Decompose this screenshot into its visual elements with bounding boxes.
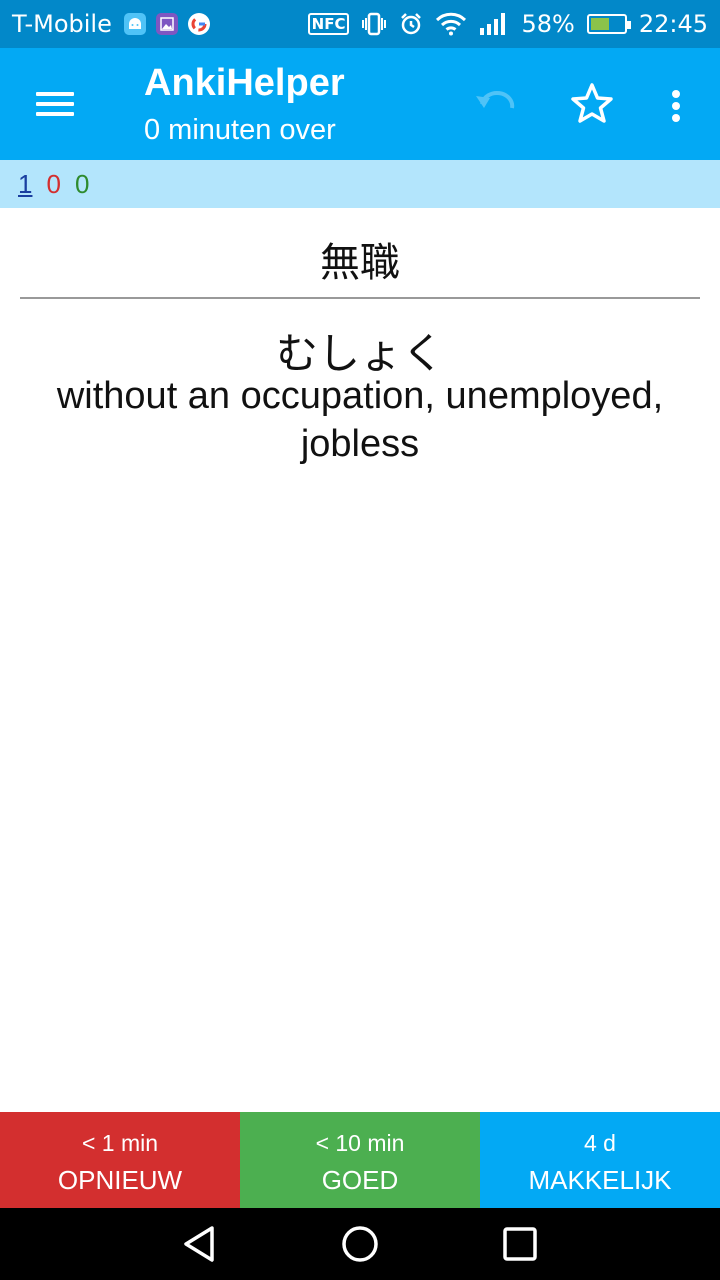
easy-label: MAKKELIJK (528, 1165, 672, 1195)
app-subtitle: 0 minuten over (144, 114, 336, 146)
card-meaning: without an occupation, unemployed, joble… (56, 375, 664, 465)
good-interval: < 10 min (315, 1130, 405, 1156)
card-view[interactable]: 無職 むしょく without an occupation, unemploye… (0, 208, 720, 1112)
more-vert-icon[interactable] (660, 82, 692, 130)
nfc-icon: NFC (307, 13, 350, 35)
answer-buttons: < 1 min OPNIEUW < 10 min GOED 4 d MAKKEL… (0, 1112, 720, 1208)
vibrate-icon (361, 12, 387, 36)
clock: 22:45 (638, 10, 708, 38)
battery-charging-icon (586, 14, 631, 34)
menu-icon[interactable] (36, 88, 76, 120)
good-button[interactable]: < 10 min GOED (240, 1112, 480, 1208)
easy-button[interactable]: 4 d MAKKELIJK (480, 1112, 720, 1208)
answer-divider (20, 297, 700, 299)
status-bar: T-Mobile NFC 58% 22:45 (0, 0, 720, 48)
card-counts: 1 0 0 (0, 160, 720, 208)
app-bar: AnkiHelper 0 minuten over (0, 48, 720, 160)
gallery-icon (155, 13, 178, 35)
google-icon (187, 13, 210, 35)
new-count: 1 (18, 168, 33, 199)
carrier-label: T-Mobile (12, 10, 112, 38)
undo-icon[interactable] (472, 82, 520, 130)
android-icon (123, 13, 146, 35)
nfc-label: NFC (307, 13, 350, 35)
navigation-bar (0, 1208, 720, 1280)
home-icon[interactable] (340, 1224, 380, 1264)
again-label: OPNIEUW (57, 1165, 183, 1195)
signal-icon (479, 12, 509, 36)
alarm-icon (399, 12, 423, 36)
review-count: 0 (74, 168, 90, 199)
notification-icons (123, 13, 210, 35)
recent-apps-icon[interactable] (502, 1226, 538, 1262)
system-icons: NFC 58% 22:45 (307, 0, 708, 48)
good-label: GOED (321, 1165, 399, 1195)
wifi-icon (435, 12, 467, 36)
app-title: AnkiHelper (144, 62, 345, 104)
again-interval: < 1 min (81, 1130, 159, 1156)
battery-percent: 58% (521, 10, 575, 38)
learning-count: 0 (46, 168, 61, 199)
again-button[interactable]: < 1 min OPNIEUW (0, 1112, 240, 1208)
back-icon[interactable] (178, 1224, 222, 1264)
easy-interval: 4 d (584, 1130, 616, 1156)
star-icon[interactable] (568, 80, 616, 128)
card-front: 無職 (320, 240, 400, 286)
